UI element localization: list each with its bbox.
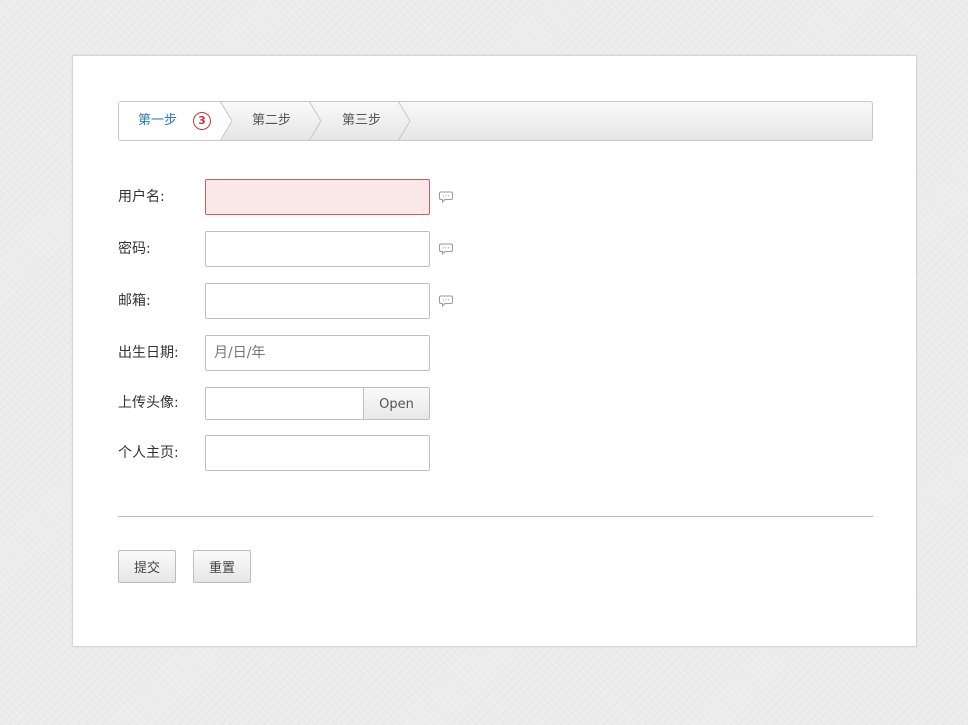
step-3-label: 第三步 — [342, 113, 382, 128]
password-label: 密码: — [118, 241, 151, 257]
username-input[interactable] — [205, 179, 430, 215]
step-2-label: 第二步 — [252, 113, 292, 128]
email-label: 邮箱: — [118, 293, 151, 309]
homepage-input[interactable] — [205, 435, 430, 471]
chevron-right-icon — [220, 102, 233, 140]
step-2[interactable]: 第二步 — [252, 102, 291, 140]
step-progress-bar: 第一步 3 第二步 第三步 — [118, 101, 873, 141]
reset-button[interactable]: 重置 — [193, 550, 251, 583]
speech-bubble-icon — [439, 243, 453, 255]
submit-button[interactable]: 提交 — [118, 550, 176, 583]
username-label: 用户名: — [118, 189, 165, 205]
chevron-right-icon — [398, 102, 411, 140]
step-1-label: 第一步 — [138, 113, 178, 128]
email-input[interactable] — [205, 283, 430, 319]
step-1[interactable]: 第一步 3 — [119, 102, 221, 140]
step-3[interactable]: 第三步 — [342, 102, 381, 140]
password-input[interactable] — [205, 231, 430, 267]
homepage-label: 个人主页: — [118, 445, 179, 461]
speech-bubble-icon — [439, 295, 453, 307]
step-badge: 3 — [193, 112, 211, 130]
form-card: 第一步 3 第二步 第三步 用户名: 密码: 邮箱: 出生日期: 月/日/年 上… — [72, 55, 917, 647]
avatar-file-path[interactable] — [205, 387, 363, 420]
speech-bubble-icon — [439, 191, 453, 203]
birthday-label: 出生日期: — [118, 345, 179, 361]
birthday-input[interactable] — [205, 335, 430, 371]
avatar-open-button[interactable]: Open — [363, 387, 430, 420]
chevron-right-icon — [309, 102, 322, 140]
divider — [118, 516, 873, 517]
avatar-label: 上传头像: — [118, 395, 179, 411]
